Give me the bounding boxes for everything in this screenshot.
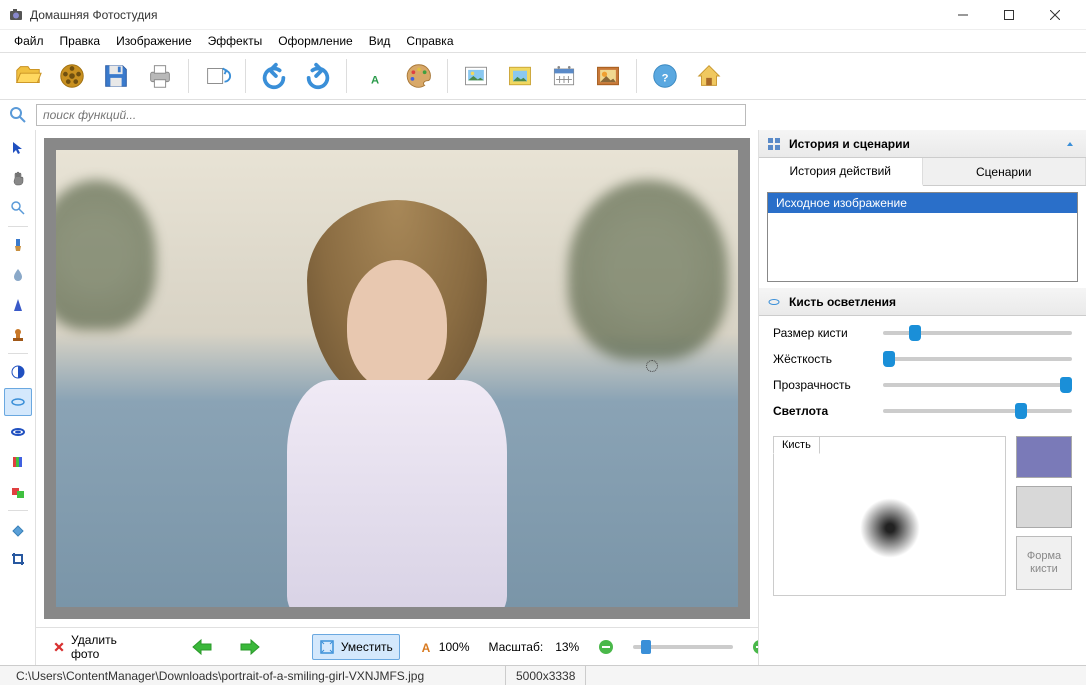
prev-button[interactable] [184,633,220,661]
param-hardness-slider[interactable] [883,357,1072,361]
param-size-label: Размер кисти [773,326,873,340]
param-hardness-label: Жёсткость [773,352,873,366]
param-lightness-label: Светлота [773,404,873,418]
search-bar [0,100,1086,130]
open-button[interactable] [8,56,48,96]
minimize-button[interactable] [940,0,986,30]
hue-tool[interactable] [4,448,32,476]
svg-text:A: A [371,75,379,87]
save-button[interactable] [96,56,136,96]
pointer-tool[interactable] [4,134,32,162]
svg-text:?: ? [662,73,669,85]
scale-label: Масштаб: [489,640,544,654]
dodge-tool[interactable] [4,388,32,416]
grid-icon [767,137,781,151]
canvas-bottom-bar: Удалить фото Уместить A 100% Масштаб: 13… [36,627,758,665]
foreground-color[interactable] [1016,436,1072,478]
maximize-button[interactable] [986,0,1032,30]
zoom-tool[interactable] [4,194,32,222]
gallery2-button[interactable] [500,56,540,96]
statusbar: C:\Users\ContentManager\Downloads\portra… [0,665,1086,685]
param-lightness-slider[interactable] [883,409,1072,413]
delete-photo-button[interactable]: Удалить фото [46,628,130,666]
menu-edit[interactable]: Правка [52,32,109,50]
main-toolbar: A ? [0,52,1086,100]
film-button[interactable] [52,56,92,96]
tool-palette [0,130,36,665]
hand-tool[interactable] [4,164,32,192]
home-button[interactable] [689,56,729,96]
menu-decoration[interactable]: Оформление [270,32,360,50]
scale-value: 13% [555,640,579,654]
brush-preview-label: Кисть [773,436,820,454]
tab-history[interactable]: История действий [759,158,923,186]
menu-help[interactable]: Справка [398,32,461,50]
next-button[interactable] [232,633,268,661]
search-input[interactable] [36,104,746,126]
menubar: Файл Правка Изображение Эффекты Оформлен… [0,30,1086,52]
menu-view[interactable]: Вид [361,32,399,50]
brush-panel-title: Кисть осветления [789,295,896,309]
zoom-100-label: 100% [439,640,470,654]
photo-preview [56,150,738,607]
zoom-slider[interactable] [633,645,733,649]
tab-scenarios[interactable]: Сценарии [923,158,1086,185]
app-icon [8,7,24,23]
param-size-slider[interactable] [883,331,1072,335]
a-icon: A [419,640,433,654]
history-item[interactable]: Исходное изображение [768,193,1077,213]
gallery3-button[interactable] [588,56,628,96]
status-dimensions: 5000x3338 [506,666,586,685]
zoom-out-button[interactable] [591,634,621,660]
print-button[interactable] [140,56,180,96]
blur-tool[interactable] [4,261,32,289]
delete-photo-label: Удалить фото [71,633,123,661]
param-opacity-label: Прозрачность [773,378,873,392]
brush-shape-button[interactable]: Форма кисти [1016,536,1072,590]
titlebar: Домашняя Фотостудия [0,0,1086,30]
history-panel-header: История и сценарии [759,130,1086,158]
brush-preview: Кисть [773,436,1006,596]
search-icon[interactable] [6,103,30,127]
menu-effects[interactable]: Эффекты [200,32,271,50]
app-title: Домашняя Фотостудия [30,8,940,22]
x-icon [53,638,65,656]
fit-label: Уместить [341,640,393,654]
crop-tool[interactable] [4,545,32,573]
palette-button[interactable] [399,56,439,96]
zoom-100-button[interactable]: A 100% [412,635,477,659]
contrast-tool[interactable] [4,358,32,386]
brush-icon [767,295,781,309]
close-button[interactable] [1032,0,1078,30]
history-tabs: История действий Сценарии [759,158,1086,186]
background-color[interactable] [1016,486,1072,528]
text-button[interactable]: A [355,56,395,96]
svg-text:A: A [421,641,430,654]
calendar-button[interactable] [544,56,584,96]
help-button[interactable]: ? [645,56,685,96]
gallery1-button[interactable] [456,56,496,96]
rotate-image-button[interactable] [197,56,237,96]
redo-button[interactable] [298,56,338,96]
status-filepath: C:\Users\ContentManager\Downloads\portra… [6,666,506,685]
sharpen-tool[interactable] [4,291,32,319]
fit-icon [319,639,335,655]
brush-panel-header: Кисть осветления [759,288,1086,316]
history-panel-title: История и сценарии [789,137,910,151]
menu-image[interactable]: Изображение [108,32,200,50]
eraser-tool[interactable] [4,515,32,543]
fit-button[interactable]: Уместить [312,634,400,660]
canvas[interactable] [44,138,750,619]
collapse-history-button[interactable] [1062,136,1078,152]
burn-tool[interactable] [4,418,32,446]
history-list[interactable]: Исходное изображение [767,192,1078,282]
brush-tool[interactable] [4,231,32,259]
stamp-tool[interactable] [4,321,32,349]
right-panel: История и сценарии История действий Сцен… [758,130,1086,665]
param-opacity-slider[interactable] [883,383,1072,387]
undo-button[interactable] [254,56,294,96]
menu-file[interactable]: Файл [6,32,52,50]
replace-color-tool[interactable] [4,478,32,506]
